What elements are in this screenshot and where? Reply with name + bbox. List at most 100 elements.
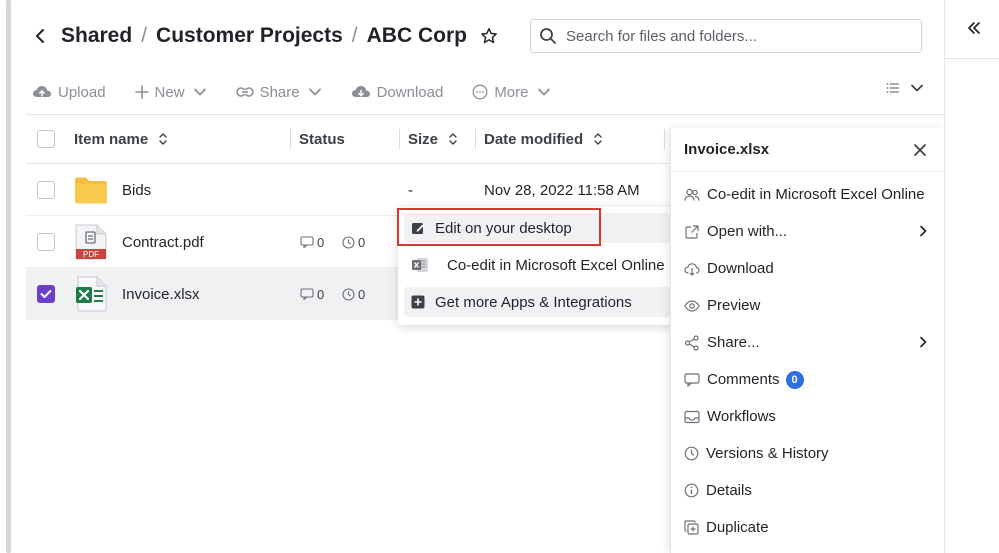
chevron-down-icon bbox=[911, 84, 923, 92]
comment-count[interactable]: 0 bbox=[300, 268, 324, 320]
plus-icon bbox=[134, 85, 149, 99]
folder-icon bbox=[75, 177, 107, 204]
pdf-badge-text: PDF bbox=[83, 250, 99, 259]
panel-header: Invoice.xlsx bbox=[671, 128, 944, 172]
column-divider[interactable] bbox=[475, 129, 476, 149]
panel-item-workflows[interactable]: Workflows bbox=[671, 398, 944, 435]
duplicate-icon bbox=[684, 520, 699, 535]
clock-icon bbox=[684, 446, 699, 461]
more-label: More bbox=[494, 83, 529, 101]
actions-panel: Invoice.xlsx Co-edit in Microsoft Excel … bbox=[670, 128, 944, 553]
column-divider[interactable] bbox=[664, 129, 665, 149]
file-name[interactable]: Contract.pdf bbox=[122, 216, 204, 268]
panel-item-open-with[interactable]: Open with... bbox=[671, 213, 944, 250]
file-name[interactable]: Bids bbox=[122, 164, 151, 216]
row-checkbox-cell bbox=[37, 164, 55, 216]
column-label-size: Size bbox=[408, 130, 439, 148]
collapse-panel-button[interactable] bbox=[964, 16, 984, 40]
file-icon-cell: PDF bbox=[74, 216, 108, 268]
comment-count-value: 0 bbox=[317, 234, 325, 250]
download-button[interactable]: Download bbox=[351, 83, 444, 101]
column-header-name[interactable]: Item name bbox=[74, 115, 168, 163]
cloud-download-icon bbox=[684, 262, 700, 276]
page-title: ABC Corp bbox=[366, 24, 467, 47]
chevron-left-icon bbox=[36, 29, 44, 43]
more-button[interactable]: More bbox=[472, 84, 550, 101]
rail-divider bbox=[945, 58, 999, 59]
left-scrollbar[interactable] bbox=[6, 0, 11, 553]
favorite-button[interactable] bbox=[478, 25, 500, 47]
menu-item-get-apps[interactable]: Get more Apps & Integrations bbox=[404, 287, 670, 317]
sort-icon bbox=[594, 133, 602, 145]
panel-item-label: Versions & History bbox=[706, 445, 829, 462]
menu-item-edit-desktop[interactable]: Edit on your desktop bbox=[404, 213, 670, 243]
panel-item-label: Comments bbox=[707, 371, 780, 388]
pdf-file-icon: PDF bbox=[75, 224, 107, 260]
chevron-down-icon bbox=[308, 88, 321, 96]
file-icon-cell bbox=[74, 164, 108, 216]
link-icon bbox=[235, 87, 254, 97]
panel-item-comments[interactable]: Comments 0 bbox=[671, 361, 944, 398]
column-header-status[interactable]: Status bbox=[299, 115, 345, 163]
panel-item-label: Share... bbox=[707, 334, 760, 351]
more-circle-icon bbox=[472, 84, 488, 100]
plus-square-icon bbox=[411, 295, 425, 309]
panel-item-label: Details bbox=[706, 482, 752, 499]
comment-icon bbox=[684, 372, 700, 387]
download-label: Download bbox=[376, 83, 444, 101]
row-checkbox[interactable] bbox=[37, 181, 55, 199]
panel-item-label: Open with... bbox=[707, 223, 788, 240]
panel-item-label: Preview bbox=[707, 297, 761, 314]
share-button[interactable]: Share bbox=[235, 84, 322, 101]
file-name[interactable]: Invoice.xlsx bbox=[122, 268, 200, 320]
panel-item-preview[interactable]: Preview bbox=[671, 287, 944, 324]
panel-item-share[interactable]: Share... bbox=[671, 324, 944, 361]
cloud-upload-icon bbox=[33, 86, 51, 97]
row-checkbox-checked[interactable] bbox=[37, 285, 55, 303]
panel-item-duplicate[interactable]: Duplicate bbox=[671, 509, 944, 546]
column-label-date: Date modified bbox=[484, 130, 584, 148]
column-header-size[interactable]: Size bbox=[408, 115, 458, 163]
left-scroll-strip bbox=[0, 0, 14, 553]
select-all-checkbox[interactable] bbox=[37, 130, 55, 148]
chevron-down-icon bbox=[193, 88, 206, 96]
toolbar: Upload New Share Download More bbox=[32, 78, 580, 106]
panel-item-label: Download bbox=[707, 260, 774, 277]
comment-count[interactable]: 0 bbox=[300, 216, 324, 268]
upload-button[interactable]: Upload bbox=[32, 84, 106, 101]
search-box[interactable] bbox=[530, 19, 922, 53]
sort-icon bbox=[449, 133, 457, 145]
chevron-right-icon bbox=[920, 225, 927, 237]
external-link-icon bbox=[685, 224, 699, 239]
search-input[interactable] bbox=[566, 27, 906, 45]
back-button[interactable] bbox=[26, 22, 54, 50]
breadcrumb-shared[interactable]: Shared bbox=[61, 24, 132, 48]
panel-item-download[interactable]: Download bbox=[671, 250, 944, 287]
row-checkbox-cell bbox=[37, 268, 55, 320]
menu-item-coedit-excel[interactable]: Co-edit in Microsoft Excel Online bbox=[404, 250, 670, 280]
page-header: Shared / Customer Projects / ABC Corp bbox=[26, 16, 500, 56]
upload-label: Upload bbox=[58, 83, 106, 101]
menu-item-label: Co-edit in Microsoft Excel Online bbox=[447, 256, 665, 274]
panel-item-details[interactable]: Details bbox=[671, 472, 944, 509]
menu-item-label: Get more Apps & Integrations bbox=[435, 293, 632, 311]
panel-item-label: Duplicate bbox=[706, 519, 769, 536]
edit-desktop-icon bbox=[412, 223, 424, 234]
version-count[interactable]: 0 bbox=[342, 268, 365, 320]
view-options-button[interactable] bbox=[886, 82, 924, 94]
close-icon[interactable] bbox=[912, 142, 928, 158]
column-label-status: Status bbox=[299, 130, 345, 148]
chevron-right-icon bbox=[920, 336, 927, 348]
panel-item-coedit-excel[interactable]: Co-edit in Microsoft Excel Online bbox=[671, 176, 944, 213]
column-divider[interactable] bbox=[399, 129, 400, 149]
file-icon-cell bbox=[74, 268, 108, 320]
column-divider[interactable] bbox=[290, 129, 291, 149]
context-menu: Edit on your desktop Co-edit in Microsof… bbox=[398, 207, 676, 325]
column-header-date[interactable]: Date modified bbox=[484, 115, 603, 163]
new-button[interactable]: New bbox=[134, 84, 207, 101]
comments-count-badge: 0 bbox=[785, 370, 804, 389]
breadcrumb-customer-projects[interactable]: Customer Projects bbox=[156, 24, 343, 48]
row-checkbox[interactable] bbox=[37, 233, 55, 251]
panel-item-versions-history[interactable]: Versions & History bbox=[671, 435, 944, 472]
version-count[interactable]: 0 bbox=[342, 216, 365, 268]
